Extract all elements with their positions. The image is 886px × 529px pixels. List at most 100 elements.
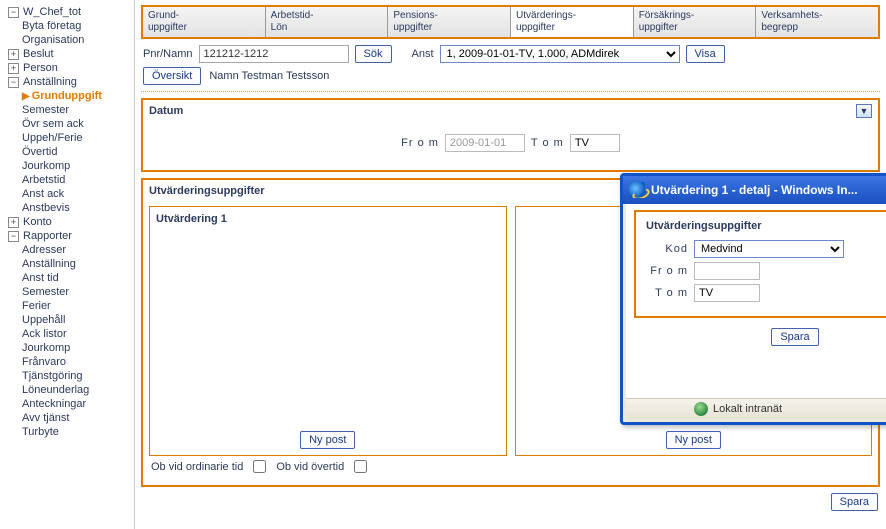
- sidebar-item-ack-listor[interactable]: Ack listor: [8, 327, 131, 341]
- sidebar-item-arbetstid[interactable]: Arbetstid: [8, 173, 131, 187]
- oversikt-button[interactable]: Översikt: [143, 67, 201, 85]
- sidebar-item-label: Jourkomp: [22, 160, 70, 172]
- sidebar-tree: − W_Chef_tot Byta företag Organisation+Be…: [0, 0, 135, 529]
- sidebar-item-label: Övertid: [22, 146, 57, 158]
- tab-grund[interactable]: Grund-uppgifter: [143, 7, 266, 37]
- sidebar-item-semester[interactable]: Semester: [8, 103, 131, 117]
- popup-window: Utvärdering 1 - detalj - Windows In... _…: [620, 173, 886, 425]
- minus-icon[interactable]: −: [8, 7, 19, 18]
- sidebar-item-label: Tjänstgöring: [22, 370, 83, 382]
- sidebar-item-label: Turbyte: [22, 426, 59, 438]
- sidebar-item-organisation[interactable]: Organisation: [8, 33, 131, 47]
- plus-icon[interactable]: +: [8, 63, 19, 74]
- sidebar-item-grunduppgift[interactable]: ▶Grunduppgift: [8, 89, 131, 103]
- sidebar-item-rapporter[interactable]: −Rapporter: [8, 229, 131, 243]
- ny-post-button-left[interactable]: Ny post: [300, 431, 355, 449]
- sidebar-item-label: Uppehåll: [22, 314, 65, 326]
- popup-statusbar: Lokalt intranät 100 % ▼: [626, 398, 886, 419]
- datum-panel: Datum ▼ Fr o m T o m: [141, 98, 880, 172]
- sidebar-item-label: Avv tjänst: [22, 412, 70, 424]
- eval-left-title: Utvärdering 1: [156, 213, 500, 229]
- popup-titlebar[interactable]: Utvärdering 1 - detalj - Windows In... _…: [623, 176, 886, 204]
- visa-button[interactable]: Visa: [686, 45, 725, 63]
- tab-verksamhets[interactable]: Verksamhets-begrepp: [756, 7, 878, 37]
- pnr-input[interactable]: [199, 45, 349, 63]
- sidebar-item-adresser[interactable]: Adresser: [8, 243, 131, 257]
- kod-label: Kod: [646, 243, 688, 255]
- sidebar-item-l-neunderlag[interactable]: Löneunderlag: [8, 383, 131, 397]
- sidebar-item-turbyte[interactable]: Turbyte: [8, 425, 131, 439]
- plus-icon[interactable]: +: [8, 217, 19, 228]
- sidebar-item-label: Anställning: [23, 76, 77, 88]
- minus-icon[interactable]: −: [8, 231, 19, 242]
- kod-select[interactable]: Medvind: [694, 240, 844, 258]
- ny-post-button-right[interactable]: Ny post: [666, 431, 721, 449]
- sidebar-item-label: Anst ack: [22, 188, 64, 200]
- spara-button[interactable]: Spara: [831, 493, 878, 511]
- sidebar-item-uppeh-ferie[interactable]: Uppeh/Ferie: [8, 131, 131, 145]
- sidebar-item-tj-nstg-ring[interactable]: Tjänstgöring: [8, 369, 131, 383]
- sidebar-item--vr-sem-ack[interactable]: Övr sem ack: [8, 117, 131, 131]
- to-input[interactable]: [570, 134, 620, 152]
- sidebar-item-uppeh-ll[interactable]: Uppehåll: [8, 313, 131, 327]
- ob-ord-label: Ob vid ordinarie tid: [151, 461, 243, 473]
- sidebar-item-person[interactable]: +Person: [8, 61, 131, 75]
- sidebar-item-label: Ferier: [22, 300, 51, 312]
- anst-label: Anst: [412, 48, 434, 60]
- ob-over-checkbox[interactable]: [354, 460, 367, 473]
- popup-to-input[interactable]: [694, 284, 760, 302]
- sidebar-item-anst-ack[interactable]: Anst ack: [8, 187, 131, 201]
- sidebar-item-jourkomp[interactable]: Jourkomp: [8, 159, 131, 173]
- from-label: Fr o m: [401, 137, 439, 149]
- popup-title: Utvärdering 1 - detalj - Windows In...: [651, 183, 858, 197]
- sidebar-item-label: Jourkomp: [22, 342, 70, 354]
- sidebar-item-konto[interactable]: +Konto: [8, 215, 131, 229]
- ob-over-label: Ob vid övertid: [276, 461, 344, 473]
- sidebar-item-jourkomp[interactable]: Jourkomp: [8, 341, 131, 355]
- sidebar-item-ferier[interactable]: Ferier: [8, 299, 131, 313]
- sidebar-item-label: Anst tid: [22, 272, 59, 284]
- tab-pensions[interactable]: Pensions-uppgifter: [388, 7, 511, 37]
- sidebar-item-label: Semester: [22, 286, 69, 298]
- collapse-icon[interactable]: ▼: [856, 104, 872, 118]
- popup-from-label: Fr o m: [646, 265, 688, 277]
- sidebar-item-anst-tid[interactable]: Anst tid: [8, 271, 131, 285]
- name-display: Namn Testman Testsson: [209, 70, 329, 82]
- sidebar-item-anst-llning[interactable]: −Anställning: [8, 75, 131, 89]
- ie-icon: [629, 182, 645, 198]
- sidebar-item-label: Byta företag: [22, 20, 81, 32]
- sidebar-item-byta-f-retag[interactable]: Byta företag: [8, 19, 131, 33]
- sidebar-item-label: Anstbevis: [22, 202, 70, 214]
- sidebar-item-avv-tj-nst[interactable]: Avv tjänst: [8, 411, 131, 425]
- eval-title: Utvärderingsuppgifter: [149, 185, 265, 197]
- tab-arbetstid[interactable]: Arbetstid-Lön: [266, 7, 389, 37]
- popup-from-input[interactable]: [694, 262, 760, 280]
- tree-root-label: W_Chef_tot: [23, 6, 81, 18]
- sidebar-item-label: Frånvaro: [22, 356, 66, 368]
- sidebar-item-label: Organisation: [22, 34, 84, 46]
- from-input[interactable]: [445, 134, 525, 152]
- sidebar-item-fr-nvaro[interactable]: Frånvaro: [8, 355, 131, 369]
- sidebar-item-semester[interactable]: Semester: [8, 285, 131, 299]
- sidebar-item-anst-llning[interactable]: Anställning: [8, 257, 131, 271]
- plus-icon[interactable]: +: [8, 49, 19, 60]
- ob-ord-checkbox[interactable]: [253, 460, 266, 473]
- sidebar-item-label: Uppeh/Ferie: [22, 132, 83, 144]
- sidebar-item-label: Löneunderlag: [22, 384, 89, 396]
- sidebar-item-beslut[interactable]: +Beslut: [8, 47, 131, 61]
- arrow-icon: ▶: [22, 91, 30, 102]
- tab-utvrderings[interactable]: Utvärderings-uppgifter: [511, 7, 634, 37]
- sidebar-item--vertid[interactable]: Övertid: [8, 145, 131, 159]
- sidebar-item-label: Grunduppgift: [32, 90, 102, 102]
- anst-select[interactable]: 1, 2009-01-01-TV, 1.000, ADMdirek: [440, 45, 680, 63]
- status-zone: Lokalt intranät: [713, 403, 782, 415]
- popup-spara-button[interactable]: Spara: [771, 328, 818, 346]
- sok-button[interactable]: Sök: [355, 45, 392, 63]
- sidebar-item-anteckningar[interactable]: Anteckningar: [8, 397, 131, 411]
- globe-icon: [694, 402, 708, 416]
- tree-root[interactable]: − W_Chef_tot: [8, 5, 131, 19]
- sidebar-item-anstbevis[interactable]: Anstbevis: [8, 201, 131, 215]
- sidebar-item-label: Arbetstid: [22, 174, 65, 186]
- minus-icon[interactable]: −: [8, 77, 19, 88]
- tab-frskrings[interactable]: Försäkrings-uppgifter: [634, 7, 757, 37]
